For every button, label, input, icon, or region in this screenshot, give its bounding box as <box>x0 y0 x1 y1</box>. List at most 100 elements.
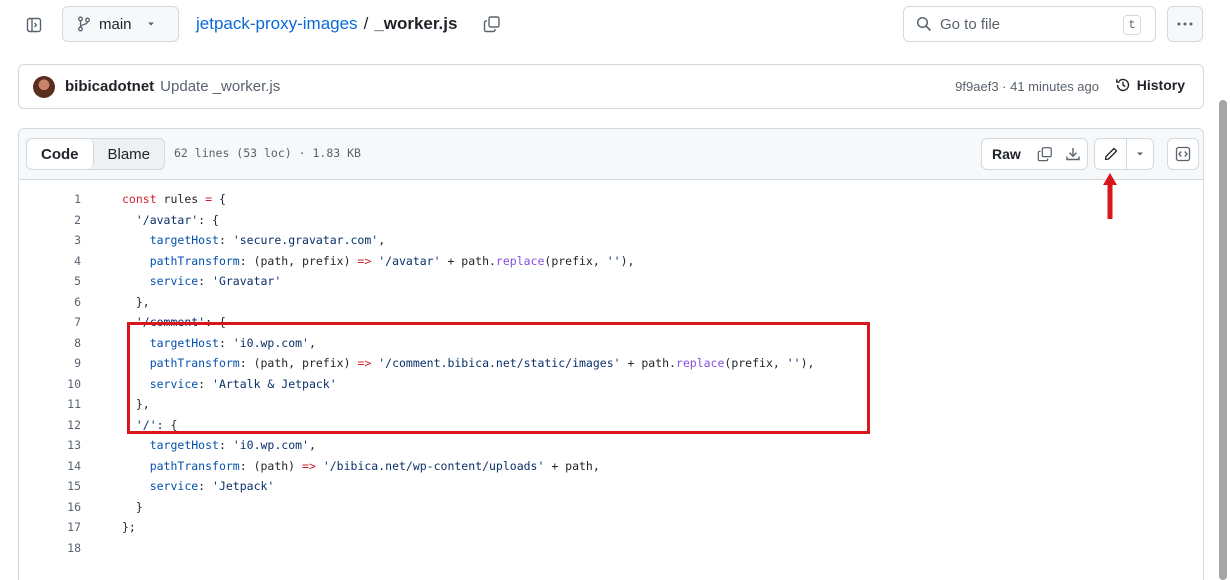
code-line: 17}; <box>19 517 1203 538</box>
code-line: 16 } <box>19 497 1203 518</box>
history-button[interactable]: History <box>1115 77 1185 93</box>
line-number[interactable]: 9 <box>19 356 81 370</box>
edit-file-button[interactable] <box>1095 139 1127 169</box>
code-line: 1 const rules = { <box>19 189 1203 210</box>
edit-options-dropdown[interactable] <box>1127 139 1153 169</box>
code-line: 8 targetHost: 'i0.wp.com', <box>19 333 1203 354</box>
line-number[interactable]: 16 <box>19 500 81 514</box>
line-number[interactable]: 7 <box>19 315 81 329</box>
code-square-icon <box>1175 146 1191 162</box>
code-line: 5 service: 'Gravatar' <box>19 271 1203 292</box>
line-number[interactable]: 3 <box>19 233 81 247</box>
line-number[interactable]: 10 <box>19 377 81 391</box>
line-source: service: 'Jetpack' <box>149 479 275 494</box>
line-source: targetHost: 'i0.wp.com', <box>149 335 316 350</box>
code-line: 4 pathTransform: (path, prefix) => '/ava… <box>19 251 1203 272</box>
line-number[interactable]: 12 <box>19 418 81 432</box>
keyboard-shortcut-badge: t <box>1123 15 1141 35</box>
commit-message[interactable]: Update _worker.js <box>160 78 280 95</box>
code-line: 3 targetHost: 'secure.gravatar.com', <box>19 230 1203 251</box>
avatar[interactable] <box>33 75 55 98</box>
code-line: 18 <box>19 538 1203 559</box>
kebab-horizontal-icon <box>1177 22 1193 26</box>
line-number[interactable]: 11 <box>19 397 81 411</box>
view-mode-toggle: Code Blame <box>26 138 166 170</box>
line-number[interactable]: 18 <box>19 541 81 555</box>
line-source: pathTransform: (path) => '/bibica.net/wp… <box>149 458 600 473</box>
line-number[interactable]: 8 <box>19 336 81 350</box>
line-source: }; <box>122 520 136 535</box>
line-source: '/comment': { <box>135 315 226 330</box>
line-number[interactable]: 4 <box>19 254 81 268</box>
arrow-up-icon <box>1103 173 1117 219</box>
search-placeholder: Go to file <box>940 15 1001 33</box>
code-line: 11 }, <box>19 394 1203 415</box>
tab-code[interactable]: Code <box>27 139 94 169</box>
line-source: pathTransform: (path, prefix) => '/comme… <box>149 356 815 371</box>
line-source: targetHost: 'secure.gravatar.com', <box>149 233 386 248</box>
edit-actions-group <box>1094 138 1154 170</box>
line-source: const rules = { <box>122 192 226 207</box>
commit-meta[interactable]: 9f9aef3 · 41 minutes ago <box>955 79 1099 94</box>
line-number[interactable]: 14 <box>19 459 81 473</box>
line-number[interactable]: 5 <box>19 274 81 288</box>
line-source: }, <box>122 397 150 412</box>
copy-path-button[interactable] <box>480 12 504 36</box>
scrollbar[interactable] <box>1219 100 1227 580</box>
line-source: targetHost: 'i0.wp.com', <box>149 438 316 453</box>
line-number[interactable]: 13 <box>19 438 81 452</box>
line-number[interactable]: 15 <box>19 479 81 493</box>
tab-blame[interactable]: Blame <box>94 139 165 169</box>
branch-selector-button[interactable]: main <box>62 6 179 42</box>
sidebar-toggle-button[interactable] <box>18 10 50 40</box>
code-line: 9 pathTransform: (path, prefix) => '/com… <box>19 353 1203 374</box>
raw-actions-group: Raw <box>981 138 1088 170</box>
line-source: pathTransform: (path, prefix) => '/avata… <box>149 253 635 268</box>
download-button[interactable] <box>1059 139 1087 169</box>
code-content: 1 const rules = {2 '/avatar': {3 targetHo… <box>19 189 1203 558</box>
copy-raw-button[interactable] <box>1031 139 1059 169</box>
line-number[interactable]: 6 <box>19 295 81 309</box>
history-icon <box>1115 78 1129 92</box>
more-options-button[interactable] <box>1167 6 1203 42</box>
line-source: }, <box>122 294 150 309</box>
git-branch-icon <box>78 16 90 32</box>
copy-icon <box>483 16 500 33</box>
code-line: 7 '/comment': { <box>19 312 1203 333</box>
history-label: History <box>1136 77 1185 93</box>
file-viewer: Code Blame 62 lines (53 loc) · 1.83 KB R… <box>18 128 1204 580</box>
line-source: service: 'Artalk & Jetpack' <box>149 376 337 391</box>
code-line: 14 pathTransform: (path) => '/bibica.net… <box>19 456 1203 477</box>
chevron-down-icon <box>1137 152 1143 156</box>
copy-icon <box>1037 147 1052 162</box>
line-source: '/': { <box>135 417 178 432</box>
symbols-panel-button[interactable] <box>1167 138 1199 170</box>
file-info: 62 lines (53 loc) · 1.83 KB <box>174 146 361 160</box>
download-icon <box>1066 148 1080 161</box>
pencil-icon <box>1104 147 1117 161</box>
line-number[interactable]: 2 <box>19 213 81 227</box>
branch-name: main <box>99 15 132 33</box>
code-line: 12 '/': { <box>19 415 1203 436</box>
line-number[interactable]: 1 <box>19 192 81 206</box>
chevron-down-icon <box>147 22 154 26</box>
breadcrumb-separator: / <box>363 14 369 33</box>
code-line: 13 targetHost: 'i0.wp.com', <box>19 435 1203 456</box>
go-to-file-input[interactable]: Go to file t <box>903 6 1156 42</box>
latest-commit-bar: bibicadotnet Update _worker.js 9f9aef3 ·… <box>18 64 1204 109</box>
line-source: '/avatar': { <box>135 212 219 227</box>
breadcrumb: jetpack-proxy-images / _worker.js <box>196 14 457 34</box>
raw-button[interactable]: Raw <box>982 139 1031 169</box>
code-line: 10 service: 'Artalk & Jetpack' <box>19 374 1203 395</box>
file-name: _worker.js <box>374 14 458 33</box>
sidebar-expand-icon <box>26 17 42 33</box>
search-icon <box>916 16 932 32</box>
line-source: service: 'Gravatar' <box>149 274 282 289</box>
line-number[interactable]: 17 <box>19 520 81 534</box>
code-line: 2 '/avatar': { <box>19 210 1203 231</box>
commit-author[interactable]: bibicadotnet <box>65 78 154 95</box>
code-line: 6 }, <box>19 292 1203 313</box>
line-source: } <box>122 499 143 514</box>
repo-link[interactable]: jetpack-proxy-images <box>196 14 358 34</box>
file-header: Code Blame 62 lines (53 loc) · 1.83 KB R… <box>19 129 1203 180</box>
